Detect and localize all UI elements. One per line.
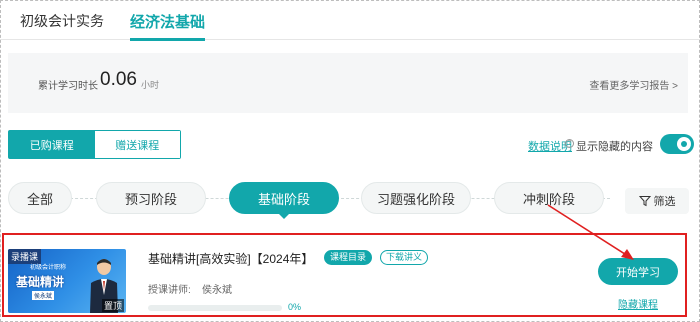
filter-button[interactable]: 筛选: [625, 188, 689, 214]
tab-economic-law-basics[interactable]: 经济法基础: [130, 11, 206, 41]
study-time-label: 累计学习时长: [38, 81, 98, 92]
help-icon[interactable]: ?: [565, 139, 574, 148]
course-type-toggle: 已购课程 赠送课程: [8, 130, 181, 159]
pinned-badge: 置顶: [101, 299, 124, 312]
show-hidden-switch[interactable]: [660, 134, 694, 154]
subject-tab-bar: 初级会计实务 经济法基础: [0, 0, 700, 41]
filter-label: 筛选: [653, 196, 676, 208]
more-study-reports-link[interactable]: 查看更多学习报告 >: [589, 77, 678, 92]
study-stats-panel: 累计学习时长 0.06 小时 查看更多学习报告 >: [8, 53, 688, 113]
active-stage-pointer: [278, 213, 290, 219]
hide-course-link[interactable]: 隐藏课程: [618, 296, 658, 311]
tab-label: 经济法基础: [130, 14, 206, 31]
course-title[interactable]: 基础精讲[高效实验]【2024年】: [148, 250, 313, 267]
course-progress-bar: [148, 305, 282, 311]
progress-percent: 0%: [288, 302, 302, 312]
filter-icon: [638, 196, 651, 207]
stage-tab-preview[interactable]: 预习阶段: [96, 182, 206, 214]
thumbnail-title: 基础精讲: [16, 275, 65, 289]
course-catalog-badge[interactable]: 课程目录: [324, 250, 373, 265]
teacher-label: 授课讲师:: [148, 285, 191, 296]
show-hidden-label: 显示隐藏的内容: [576, 141, 653, 153]
teacher-name: 侯永斌: [202, 285, 232, 296]
study-time-value: 0.06: [100, 69, 137, 90]
tab-accounting-practice[interactable]: 初级会计实务: [20, 11, 104, 31]
stage-tab-foundation[interactable]: 基础阶段: [229, 182, 339, 214]
course-thumbnail[interactable]: 录播课 初级会计职称 基础精讲 侯永斌 置顶: [8, 249, 126, 313]
download-handout-badge[interactable]: 下载讲义: [380, 250, 429, 265]
stage-tab-all[interactable]: 全部: [8, 182, 72, 214]
thumbnail-subtitle: 初级会计职称: [30, 265, 67, 271]
purchased-courses-tab[interactable]: 已购课程: [9, 131, 95, 158]
gifted-courses-tab[interactable]: 赠送课程: [94, 131, 180, 158]
start-learning-button[interactable]: 开始学习: [598, 258, 678, 285]
switch-knob: [677, 137, 691, 151]
stage-tab-sprint[interactable]: 冲刺阶段: [494, 182, 604, 214]
thumbnail-teacher-tag: 侯永斌: [32, 291, 55, 300]
stage-tab-exercise[interactable]: 习题强化阶段: [361, 182, 471, 214]
study-time-unit: 小时: [141, 80, 160, 90]
active-tab-underline: [130, 38, 206, 41]
